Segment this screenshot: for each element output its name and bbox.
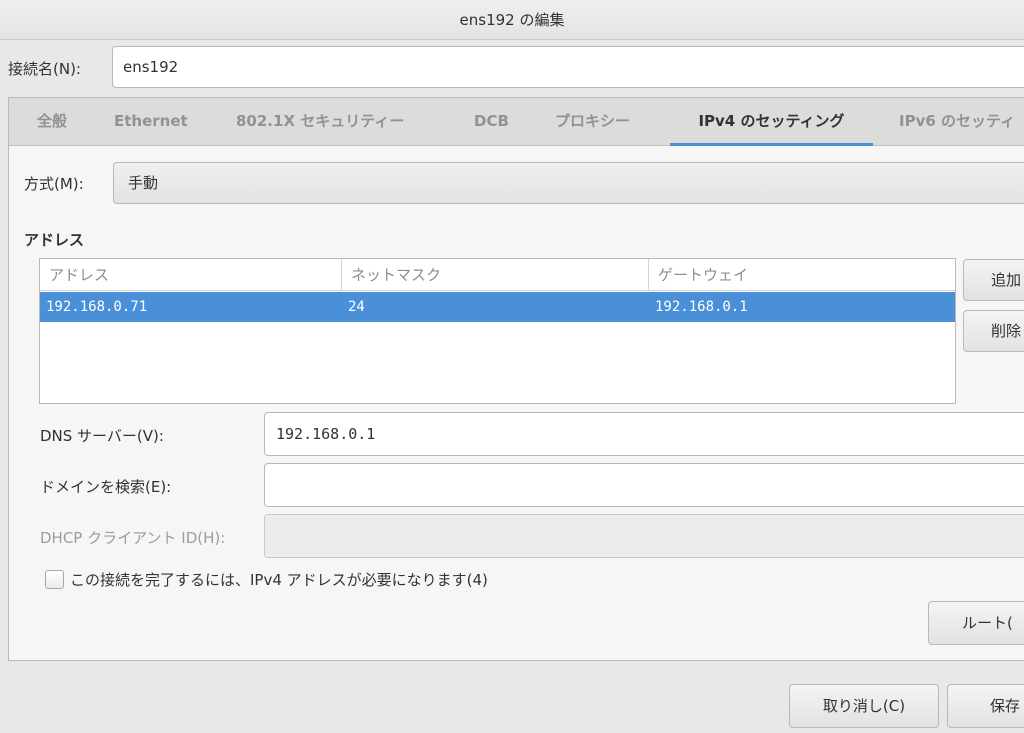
add-address-button[interactable]: 追加 bbox=[963, 259, 1024, 301]
address-table-header: アドレス ネットマスク ゲートウェイ bbox=[40, 259, 955, 291]
search-domain-label: ドメインを検索(E): bbox=[40, 478, 172, 496]
require-ipv4-checkbox[interactable] bbox=[45, 570, 64, 589]
dns-server-label: DNS サーバー(V): bbox=[40, 427, 164, 445]
window-title: ens192 の編集 bbox=[0, 0, 1024, 40]
routes-button[interactable]: ルート( bbox=[928, 601, 1024, 645]
tab-ipv6-settings[interactable]: IPv6 のセッティ bbox=[899, 98, 1015, 146]
dhcp-client-id-label: DHCP クライアント ID(H): bbox=[40, 529, 226, 547]
dhcp-client-id-input bbox=[264, 514, 1024, 558]
tab-bar: 全般 Ethernet 802.1X セキュリティー DCB プロキシー IPv… bbox=[9, 98, 1024, 146]
address-table: アドレス ネットマスク ゲートウェイ 192.168.0.71 24 192.1… bbox=[39, 258, 956, 404]
delete-address-button[interactable]: 削除 bbox=[963, 310, 1024, 352]
require-ipv4-label: この接続を完了するには、IPv4 アドレスが必要になります(4) bbox=[70, 571, 488, 589]
tab-ipv4-settings[interactable]: IPv4 のセッティング bbox=[670, 98, 873, 146]
connection-name-input[interactable]: ens192 bbox=[112, 46, 1024, 88]
connection-name-label: 接続名(N): bbox=[8, 60, 81, 78]
cell-gateway[interactable]: 192.168.0.1 bbox=[649, 292, 748, 322]
tab-ethernet[interactable]: Ethernet bbox=[114, 98, 188, 146]
column-header-netmask[interactable]: ネットマスク bbox=[342, 259, 649, 291]
tab-8021x-security[interactable]: 802.1X セキュリティー bbox=[236, 98, 404, 146]
tab-dcb[interactable]: DCB bbox=[474, 98, 509, 146]
column-header-gateway[interactable]: ゲートウェイ bbox=[649, 259, 955, 291]
cell-address[interactable]: 192.168.0.71 bbox=[40, 292, 147, 322]
address-section-title: アドレス bbox=[24, 231, 85, 249]
method-label: 方式(M): bbox=[24, 175, 84, 193]
column-header-address[interactable]: アドレス bbox=[40, 259, 342, 291]
dns-server-input[interactable]: 192.168.0.1 bbox=[264, 412, 1024, 456]
tab-general[interactable]: 全般 bbox=[37, 98, 67, 146]
search-domain-input[interactable] bbox=[264, 463, 1024, 507]
method-combo[interactable]: 手動 bbox=[113, 162, 1024, 204]
cancel-button[interactable]: 取り消し(C) bbox=[789, 684, 939, 728]
cell-netmask[interactable]: 24 bbox=[342, 292, 365, 322]
save-button[interactable]: 保存 bbox=[947, 684, 1024, 728]
connection-name-row: 接続名(N): ens192 bbox=[0, 44, 1024, 90]
table-row[interactable]: 192.168.0.71 24 192.168.0.1 bbox=[40, 292, 955, 322]
tab-proxy[interactable]: プロキシー bbox=[555, 98, 630, 146]
